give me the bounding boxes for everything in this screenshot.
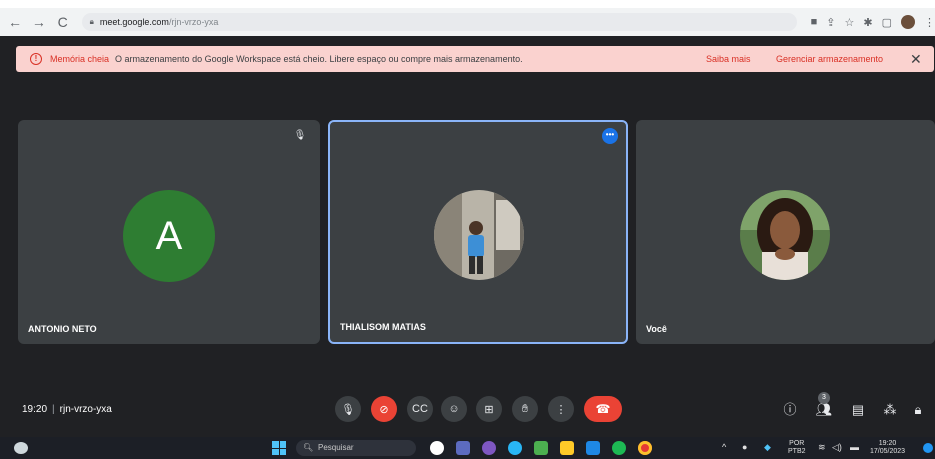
banner-title: Memória cheia <box>50 54 110 64</box>
bookmark-star-icon[interactable]: ☆ <box>845 16 855 29</box>
browser-menu-icon[interactable]: ⋮ <box>924 16 935 29</box>
meeting-code: rjn-vrzo-yxa <box>59 404 112 415</box>
captions-button[interactable]: CC <box>407 396 433 422</box>
windows-start-icon[interactable] <box>272 441 286 455</box>
forward-icon[interactable]: → <box>30 12 48 32</box>
tray-drive-icon[interactable]: ◆ <box>764 442 771 453</box>
tray-overflow-icon[interactable]: ^ <box>722 442 726 452</box>
emoji-reaction-button[interactable]: ☺ <box>441 396 467 422</box>
participant-name: THIALISOM MATIAS <box>340 322 426 332</box>
participant-tile-self[interactable]: Você <box>636 120 935 344</box>
language-indicator[interactable]: POR PTB2 <box>788 440 806 456</box>
participant-tile-thialisom[interactable]: ••• THIALISOM MATIAS <box>328 120 628 344</box>
meeting-info-separator: | <box>52 404 55 415</box>
activities-icon[interactable]: ⁂ <box>880 400 900 420</box>
task-view-icon[interactable] <box>430 441 444 455</box>
reload-icon[interactable]: C <box>54 12 72 32</box>
chrome-icon[interactable] <box>638 441 652 455</box>
search-icon: 🔍︎ <box>303 443 314 452</box>
clock-time: 19:20 <box>878 440 897 447</box>
microphone-button[interactable]: 🎙︎ <box>335 396 361 422</box>
side-panel-icon[interactable]: ▢ <box>882 16 892 29</box>
url-host: meet.google.com <box>99 17 169 27</box>
meeting-info: 19:20 | rjn-vrzo-yxa <box>22 404 112 415</box>
teams-chat-icon[interactable] <box>482 441 496 455</box>
document-caption <box>0 0 935 8</box>
browser-window: ← → C 🔒︎ meet.google.com /rjn-vrzo-yxa ■… <box>0 8 935 459</box>
manage-storage-link[interactable]: Gerenciar armazenamento <box>776 54 883 64</box>
learn-more-link[interactable]: Saiba mais <box>706 54 751 64</box>
chat-icon[interactable]: ▤ <box>848 400 868 420</box>
taskbar-search[interactable]: 🔍︎ Pesquisar <box>296 440 416 456</box>
more-options-icon[interactable]: ••• <box>602 128 618 144</box>
spotify-icon[interactable] <box>612 441 626 455</box>
language-code: POR <box>789 440 805 447</box>
avatar: A <box>123 190 215 282</box>
warning-icon: ! <box>30 53 42 65</box>
battery-icon[interactable]: ▬ <box>850 442 859 452</box>
widgets-icon[interactable] <box>456 441 470 455</box>
people-count-badge: 3 <box>818 392 830 404</box>
host-controls-icon[interactable]: 🔒︎ <box>908 400 928 420</box>
participant-name: Você <box>646 324 667 334</box>
os-taskbar: 🔍︎ Pesquisar ^ ● ◆ POR PTB2 ≋ ◁) ▬ 19:20… <box>0 437 935 459</box>
notification-icon[interactable] <box>923 443 933 453</box>
camera-indicator-icon[interactable]: ■ <box>811 16 818 28</box>
meeting-time: 19:20 <box>22 404 48 415</box>
people-icon[interactable]: 3 👥︎ <box>814 392 834 420</box>
url-path: /rjn-vrzo-yxa <box>168 17 219 27</box>
lock-icon: 🔒︎ <box>89 17 94 26</box>
store-icon[interactable] <box>534 441 548 455</box>
participant-name: ANTONIO NETO <box>28 324 97 334</box>
system-clock[interactable]: 19:20 17/05/2023 <box>870 440 905 456</box>
clock-date: 17/05/2023 <box>870 448 906 455</box>
volume-icon[interactable]: ◁) <box>832 442 842 453</box>
browser-toolbar: ← → C 🔒︎ meet.google.com /rjn-vrzo-yxa ■… <box>0 8 935 36</box>
camera-off-button[interactable]: ⊘ <box>371 396 397 422</box>
address-bar[interactable]: 🔒︎ meet.google.com /rjn-vrzo-yxa <box>81 13 797 31</box>
present-screen-button[interactable]: ⊞ <box>476 396 502 422</box>
avatar-initial: A <box>155 213 183 258</box>
avatar <box>434 190 524 280</box>
participant-tile-antonio[interactable]: 🎙︎ A ANTONIO NETO <box>18 120 320 344</box>
weather-icon[interactable] <box>14 442 28 454</box>
back-icon[interactable]: ← <box>6 12 24 32</box>
share-icon[interactable]: ⇪ <box>826 16 835 29</box>
avatar <box>740 190 830 280</box>
banner-message: O armazenamento do Google Workspace está… <box>115 54 523 64</box>
more-options-button[interactable]: ⋮ <box>548 396 574 422</box>
keyboard-layout: PTB2 <box>788 448 806 455</box>
mic-muted-icon: 🎙︎ <box>293 130 307 141</box>
close-banner-button[interactable]: ✕ <box>910 51 922 68</box>
meeting-controls-bar: 19:20 | rjn-vrzo-yxa 🎙︎ ⊘ CC ☺ ⊞ ✋︎ ⋮ ☎ ⓘ … <box>0 388 935 434</box>
meet-stage: ! Memória cheia O armazenamento do Googl… <box>0 36 935 437</box>
taskbar-search-label: Pesquisar <box>318 443 354 452</box>
file-explorer-icon[interactable] <box>560 441 574 455</box>
wifi-icon[interactable]: ≋ <box>818 442 826 453</box>
storage-full-banner: ! Memória cheia O armazenamento do Googl… <box>16 46 934 72</box>
extensions-icon[interactable]: ✱ <box>863 16 872 29</box>
meeting-details-icon[interactable]: ⓘ <box>780 400 800 420</box>
raise-hand-button[interactable]: ✋︎ <box>512 396 538 422</box>
leave-call-button[interactable]: ☎ <box>584 396 622 422</box>
profile-avatar[interactable] <box>901 15 915 29</box>
mail-icon[interactable] <box>586 441 600 455</box>
tray-app-icon[interactable]: ● <box>742 442 747 452</box>
edge-browser-icon[interactable] <box>508 441 522 455</box>
